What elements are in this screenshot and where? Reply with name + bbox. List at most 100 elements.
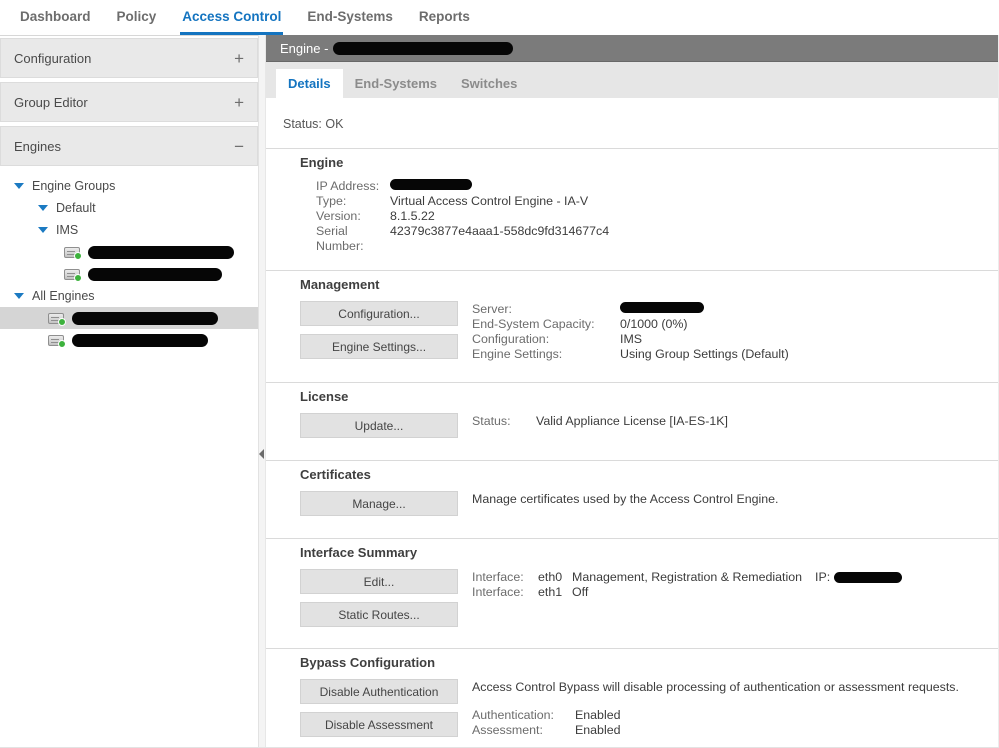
tab-end-systems[interactable]: End-Systems (343, 69, 449, 98)
interface-name: eth0 (538, 570, 572, 585)
interface-mode: Management, Registration & Remediation (572, 570, 802, 585)
disable-authentication-button[interactable]: Disable Authentication (300, 679, 458, 704)
section-license: License Update... Status: Valid Applianc… (266, 382, 998, 460)
status-label: Status: (283, 117, 322, 131)
redacted-engine-name (72, 312, 218, 325)
engine-header: Engine - (266, 35, 998, 62)
redacted-text (834, 572, 902, 583)
tree-label: IMS (56, 223, 78, 237)
panel-label: Configuration (14, 51, 91, 66)
panel-label: Group Editor (14, 95, 88, 110)
tree-item-default[interactable]: Default (0, 197, 258, 219)
detail-value: Using Group Settings (Default) (620, 347, 789, 362)
engine-icon (48, 313, 64, 324)
status-value: OK (325, 117, 343, 131)
section-title: Bypass Configuration (300, 655, 998, 670)
nav-item-policy[interactable]: Policy (115, 0, 159, 35)
detail-value: Valid Appliance License [IA-ES-1K] (536, 414, 728, 429)
top-nav: Dashboard Policy Access Control End-Syst… (0, 0, 999, 35)
interface-name: eth1 (538, 585, 572, 600)
update-button[interactable]: Update... (300, 413, 458, 438)
tree-item-engine[interactable] (0, 263, 258, 285)
tree-item-all-engines[interactable]: All Engines (0, 285, 258, 307)
detail-row: Serial Number: 42379c3877e4aaa1-558dc9fd… (316, 224, 998, 254)
ip-label: IP: (815, 570, 830, 584)
tree-item-engine-selected[interactable] (0, 307, 258, 329)
chevron-down-icon[interactable] (38, 227, 48, 233)
main-panel: Engine - Details End-Systems Switches St… (266, 35, 999, 748)
detail-row: Type: Virtual Access Control Engine - IA… (316, 194, 998, 209)
interface-ip: IP: (815, 570, 902, 585)
detail-row: Authentication: Enabled (472, 708, 959, 723)
tab-strip: Details End-Systems Switches (266, 62, 998, 98)
section-title: Management (300, 277, 998, 292)
tree-item-engine[interactable] (0, 241, 258, 263)
engine-settings-button[interactable]: Engine Settings... (300, 334, 458, 359)
accordion-panel-group-editor[interactable]: Group Editor + (0, 82, 258, 122)
engine-icon (64, 247, 80, 258)
detail-label: Version: (316, 209, 390, 224)
detail-row: Status: Valid Appliance License [IA-ES-1… (472, 414, 728, 429)
chevron-down-icon[interactable] (14, 183, 24, 189)
engine-icon (64, 269, 80, 280)
configuration-button[interactable]: Configuration... (300, 301, 458, 326)
collapse-sidebar-icon[interactable] (259, 449, 264, 459)
panel-splitter[interactable] (258, 35, 266, 748)
plus-icon[interactable]: + (234, 50, 244, 67)
detail-row: Configuration: IMS (472, 332, 789, 347)
detail-label: IP Address: (316, 179, 390, 194)
detail-row: IP Address: (316, 179, 998, 194)
interface-row: Interface: eth1 Off (472, 585, 902, 600)
nav-item-reports[interactable]: Reports (417, 0, 472, 35)
tab-details[interactable]: Details (276, 69, 343, 98)
access-control-page: Dashboard Policy Access Control End-Syst… (0, 0, 999, 748)
tree-item-engine[interactable] (0, 329, 258, 351)
detail-row: End-System Capacity: 0/1000 (0%) (472, 317, 789, 332)
section-title: Interface Summary (300, 545, 998, 560)
detail-label: Type: (316, 194, 390, 209)
chevron-down-icon[interactable] (14, 293, 24, 299)
tree-label: All Engines (32, 289, 95, 303)
minus-icon[interactable]: − (234, 138, 244, 155)
redacted-text (390, 179, 472, 190)
detail-value: Enabled (575, 708, 620, 723)
tree-item-engine-groups[interactable]: Engine Groups (0, 175, 258, 197)
detail-value: Enabled (575, 723, 620, 738)
engine-tree: Engine Groups Default IMS (0, 170, 258, 351)
manage-button[interactable]: Manage... (300, 491, 458, 516)
detail-label: Interface: (472, 570, 538, 585)
section-title: License (300, 389, 998, 404)
plus-icon[interactable]: + (234, 94, 244, 111)
detail-row: Version: 8.1.5.22 (316, 209, 998, 224)
details-content: Status: OK Engine IP Address: Type: Virt… (266, 98, 998, 748)
detail-label: Assessment: (472, 723, 575, 738)
accordion-panel-configuration[interactable]: Configuration + (0, 38, 258, 78)
section-certificates: Certificates Manage... Manage certificat… (266, 460, 998, 538)
detail-value: 0/1000 (0%) (620, 317, 688, 332)
section-title: Certificates (300, 467, 998, 482)
sidebar: Configuration + Group Editor + Engines −… (0, 35, 258, 748)
nav-item-access-control[interactable]: Access Control (180, 0, 283, 35)
redacted-engine-name (72, 334, 208, 347)
section-management: Management Configuration... Engine Setti… (266, 270, 998, 382)
tab-switches[interactable]: Switches (449, 69, 529, 98)
section-interface-summary: Interface Summary Edit... Static Routes.… (266, 538, 998, 648)
detail-row: Assessment: Enabled (472, 723, 959, 738)
chevron-down-icon[interactable] (38, 205, 48, 211)
tree-label: Engine Groups (32, 179, 115, 193)
nav-item-dashboard[interactable]: Dashboard (18, 0, 93, 35)
detail-label: Engine Settings: (472, 347, 620, 362)
detail-label: Serial Number: (316, 224, 390, 254)
status-line: Status: OK (283, 117, 998, 131)
engine-icon (48, 335, 64, 346)
accordion-panel-engines[interactable]: Engines − (0, 126, 258, 166)
tree-item-ims[interactable]: IMS (0, 219, 258, 241)
redacted-engine-name (88, 246, 234, 259)
nav-item-end-systems[interactable]: End-Systems (305, 0, 395, 35)
detail-value: Virtual Access Control Engine - IA-V (390, 194, 588, 209)
static-routes-button[interactable]: Static Routes... (300, 602, 458, 627)
detail-label: Status: (472, 414, 536, 429)
detail-label: Authentication: (472, 708, 575, 723)
disable-assessment-button[interactable]: Disable Assessment (300, 712, 458, 737)
edit-button[interactable]: Edit... (300, 569, 458, 594)
